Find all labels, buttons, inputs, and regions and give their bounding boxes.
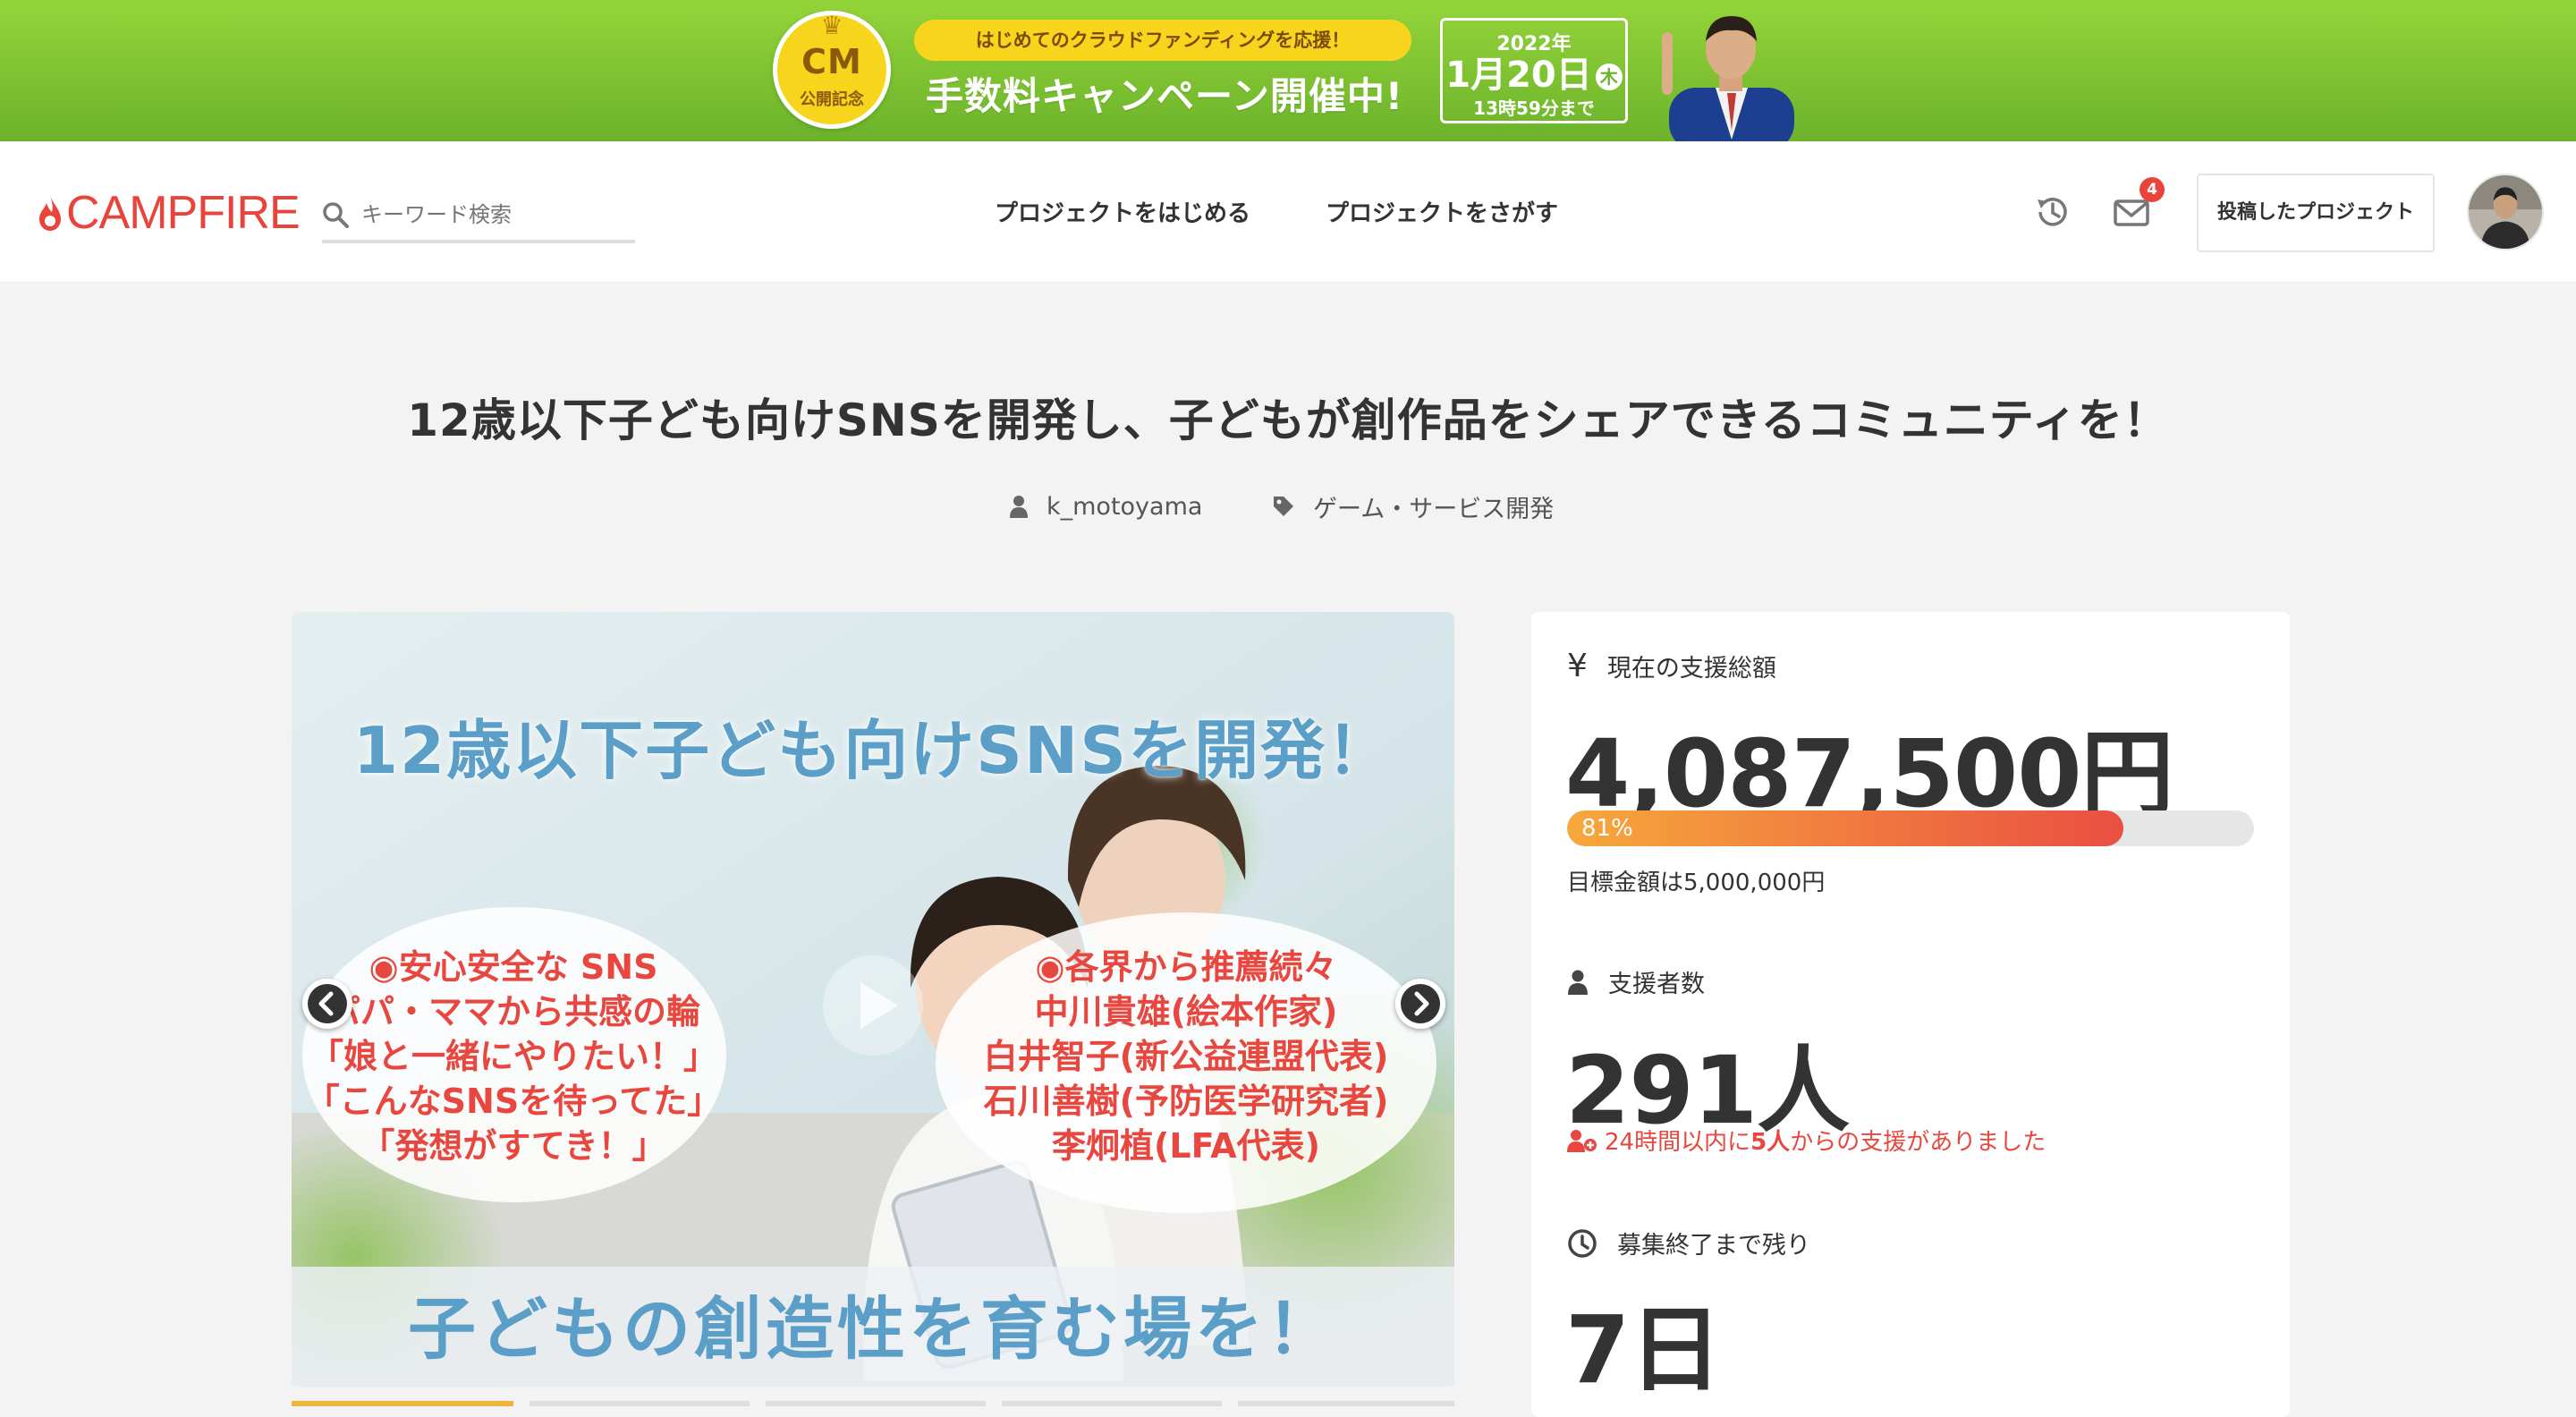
tag-icon bbox=[1274, 496, 1293, 516]
progress-label: 81% bbox=[1581, 815, 1633, 842]
campfire-logo[interactable]: CAMPFIRE bbox=[38, 187, 301, 239]
deadline-day: 1月20日木 bbox=[1443, 56, 1625, 94]
user-avatar[interactable] bbox=[2467, 174, 2544, 250]
funding-progress-bar: 81% bbox=[1567, 810, 2254, 846]
cm-badge: ♛ CM 公開記念 bbox=[773, 11, 891, 129]
site-header: CAMPFIRE プロジェクトをはじめる プロジェクトをさがす 4 投稿したプロ… bbox=[0, 141, 2576, 283]
recent-support-notice: 24時間以内に 5人 からの支援がありました bbox=[1567, 1124, 2046, 1157]
play-icon[interactable] bbox=[819, 952, 927, 1059]
project-category[interactable]: ゲーム・サービス開発 bbox=[1272, 488, 1554, 524]
slide-indicator-active[interactable] bbox=[292, 1401, 513, 1406]
prev-slide-button[interactable] bbox=[302, 979, 352, 1029]
deadline-time: 13時59分まで bbox=[1473, 98, 1595, 119]
posted-projects-button[interactable]: 投稿したプロジェクト bbox=[2197, 174, 2435, 252]
chevron-left-icon bbox=[308, 984, 347, 1023]
project-title: 12歳以下子ども向けSNSを開発し、子どもが創作品をシェアできるコミュニティを！ bbox=[407, 395, 2169, 446]
crown-icon: ♛ bbox=[820, 11, 843, 40]
deadline-weekday: 木 bbox=[1595, 64, 1623, 90]
slide-indicator[interactable] bbox=[1002, 1401, 1222, 1406]
progress-fill bbox=[1567, 810, 2124, 846]
funding-stats-card: ¥ 現在の支援総額 4,087,500円 81% 目標金額は5,000,000円… bbox=[1531, 612, 2290, 1417]
banner-headline: 手数料キャンペーン開催中! bbox=[925, 74, 1404, 118]
project-hero-slider[interactable]: 12歳以下子ども向けSNSを開発！ ◉安心安全な SNS パパ・ママから共感の輪… bbox=[292, 612, 1454, 1387]
users-plus-icon bbox=[1567, 1129, 1597, 1152]
user-icon bbox=[1010, 496, 1028, 518]
chevron-right-icon bbox=[1401, 984, 1440, 1023]
slide-indicator[interactable] bbox=[1238, 1401, 1454, 1406]
goal-amount: 目標金額は5,000,000円 bbox=[1567, 870, 1826, 896]
banner-pill: はじめてのクラウドファンディングを応援！ bbox=[914, 20, 1411, 61]
author-name[interactable]: k_motoyama bbox=[1046, 493, 1202, 521]
mail-count-badge: 4 bbox=[2140, 177, 2165, 202]
remaining-value: 7日 bbox=[1565, 1295, 1722, 1404]
flame-icon bbox=[39, 196, 61, 231]
user-icon bbox=[1568, 970, 1588, 995]
amount-label: ¥ 現在の支援総額 bbox=[1567, 648, 1776, 684]
campaign-banner[interactable]: ♛ CM 公開記念 はじめてのクラウドファンディングを応援！ 手数料キャンペーン… bbox=[0, 0, 2576, 141]
deadline-year: 2022年 bbox=[1496, 33, 1572, 55]
logo-text: CAMPFIRE bbox=[66, 187, 301, 239]
yen-icon: ¥ bbox=[1567, 648, 1588, 684]
backers-label: 支援者数 bbox=[1567, 964, 1705, 999]
search-box[interactable] bbox=[322, 190, 635, 243]
slide-indicator[interactable] bbox=[530, 1401, 750, 1406]
right-bubble-text: ◉各界から推薦続々 中川貴雄(絵本作家) 白井智子(新公益連盟代表) 石川善樹(… bbox=[983, 947, 1389, 1166]
nav-start-project[interactable]: プロジェクトをはじめる bbox=[995, 195, 1250, 228]
left-bubble-text: ◉安心安全な SNS パパ・ママから共感の輪 「娘と一緒にやりたい！」 「こんな… bbox=[305, 947, 722, 1166]
next-slide-button[interactable] bbox=[1395, 979, 1445, 1029]
cm-sub-label: 公開記念 bbox=[800, 90, 864, 109]
project-author[interactable]: k_motoyama bbox=[1009, 488, 1202, 524]
nav-find-project[interactable]: プロジェクトをさがす bbox=[1326, 195, 1558, 228]
category-name[interactable]: ゲーム・サービス開発 bbox=[1313, 489, 1554, 524]
remaining-label: 募集終了まで残り bbox=[1567, 1226, 1810, 1260]
campaign-deadline: 2022年 1月20日木 13時59分まで bbox=[1440, 18, 1628, 123]
search-icon bbox=[323, 202, 349, 228]
slide-indicator[interactable] bbox=[766, 1401, 986, 1406]
hero-headline: 12歳以下子ども向けSNSを開発！ bbox=[352, 713, 1394, 788]
clock-icon bbox=[1568, 1228, 1597, 1258]
cm-label: CM bbox=[801, 42, 862, 81]
search-input[interactable] bbox=[360, 201, 619, 228]
history-icon[interactable] bbox=[2032, 191, 2073, 233]
celebrity-photo bbox=[1662, 16, 1794, 141]
hero-footer-text: 子どもの創造性を育む場を！ bbox=[408, 1289, 1338, 1369]
